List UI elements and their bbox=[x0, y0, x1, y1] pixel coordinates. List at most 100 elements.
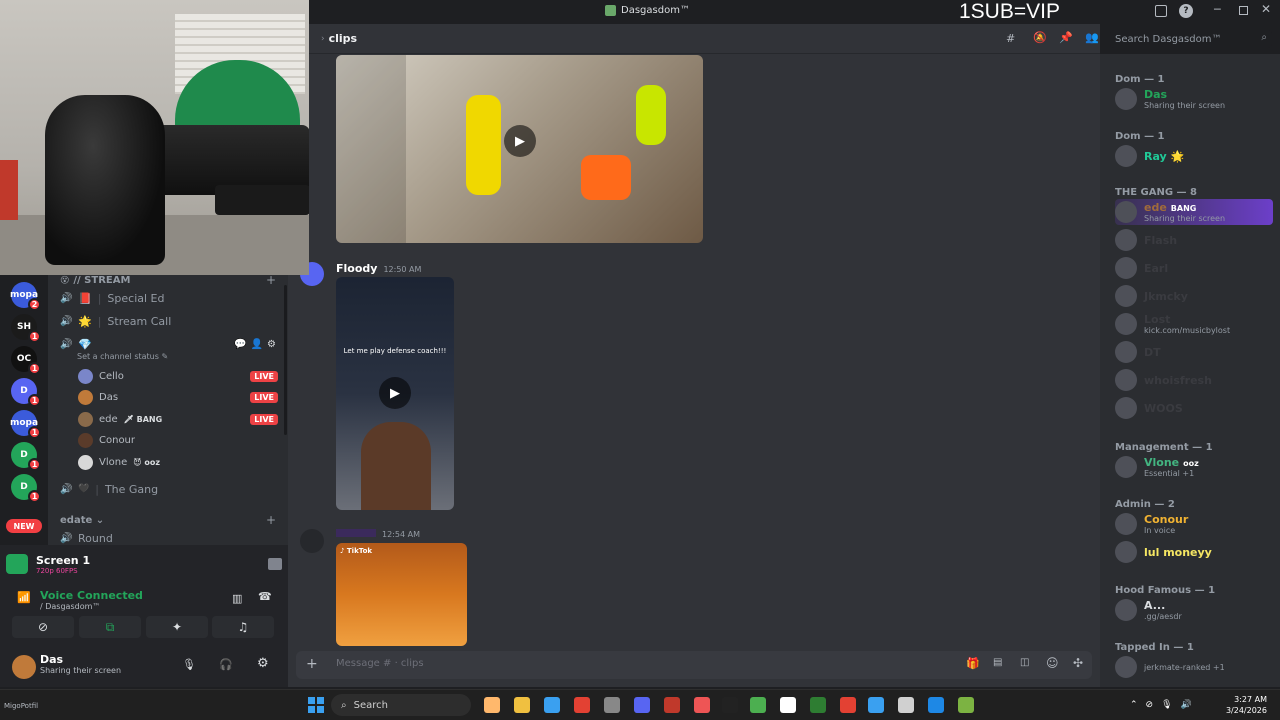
member-item[interactable]: lul moneyy bbox=[1115, 539, 1273, 565]
member-list-icon[interactable]: 👥 bbox=[1085, 31, 1099, 44]
avatar[interactable] bbox=[300, 529, 324, 553]
server-icon[interactable]: OC 1 bbox=[11, 346, 41, 375]
channel-round[interactable]: 🔊 Round bbox=[60, 528, 113, 545]
clock[interactable]: 3:27 AM 3/24/2026 bbox=[1207, 694, 1267, 716]
category-edate[interactable]: edate ⌄ bbox=[60, 515, 104, 526]
microphone-icon[interactable]: 🎙 bbox=[182, 658, 196, 671]
edge-icon[interactable] bbox=[868, 697, 884, 713]
noise-suppression-icon[interactable]: ▥ bbox=[232, 592, 242, 605]
server-icon[interactable]: D1 bbox=[11, 474, 41, 503]
user-name[interactable]: Das bbox=[40, 653, 121, 666]
edge-icon[interactable] bbox=[928, 697, 944, 713]
gift-icon[interactable]: 🎁 bbox=[966, 657, 980, 670]
threads-icon[interactable]: # bbox=[1006, 32, 1015, 45]
avatar[interactable] bbox=[12, 655, 36, 679]
activities-button[interactable]: ✦ bbox=[146, 616, 208, 638]
member-item[interactable]: Earl bbox=[1115, 255, 1273, 281]
add-channel-icon[interactable]: + bbox=[266, 513, 276, 527]
windows-start-icon[interactable] bbox=[308, 697, 324, 713]
channel-the-gang[interactable]: 🔊 🖤 | The Gang bbox=[60, 479, 158, 499]
sidebar-scrollbar[interactable] bbox=[284, 285, 287, 435]
member-item[interactable]: DT bbox=[1115, 339, 1273, 365]
acrobat-icon[interactable] bbox=[664, 697, 680, 713]
voice-user[interactable]: Das LIVE bbox=[78, 388, 278, 406]
voice-user[interactable]: Cello LIVE bbox=[78, 367, 278, 385]
chrome-icon[interactable] bbox=[840, 697, 856, 713]
task-view-icon[interactable] bbox=[484, 697, 500, 713]
voice-user[interactable]: Vlone 😈 ooz bbox=[78, 453, 278, 471]
member-item[interactable]: Conour In voice bbox=[1115, 511, 1273, 537]
apps-icon[interactable]: ✣ bbox=[1073, 656, 1083, 670]
video-embed[interactable]: ▶ bbox=[336, 55, 703, 243]
channel-active-voice[interactable]: 🔊 💎 💬👤⚙ bbox=[60, 334, 280, 354]
pin-icon[interactable]: 📌 bbox=[1059, 31, 1073, 44]
server-icon[interactable]: D1 bbox=[11, 442, 41, 471]
add-channel-icon[interactable]: + bbox=[266, 275, 276, 287]
emoji-icon[interactable]: ☺ bbox=[1046, 656, 1059, 670]
member-item[interactable]: whoisfresh bbox=[1115, 367, 1273, 393]
server-icon[interactable]: D1 bbox=[11, 378, 41, 407]
x-app-icon[interactable] bbox=[780, 697, 796, 713]
minecraft-icon[interactable] bbox=[750, 697, 766, 713]
message-composer[interactable]: + Message # · clips 🎁 ▤ ◫ ☺ ✣ bbox=[296, 651, 1092, 679]
member-item[interactable]: Vlone ooz Essential +1 bbox=[1115, 454, 1273, 480]
headphones-icon[interactable]: 🎧 bbox=[219, 658, 233, 671]
member-item[interactable]: ede BANG Sharing their screen bbox=[1115, 199, 1273, 225]
minimize-icon[interactable]: ─ bbox=[1214, 3, 1221, 16]
member-item[interactable]: Lost kick.com/musicbylost bbox=[1115, 311, 1273, 337]
tiktok-embed[interactable]: ♪ TikTok bbox=[336, 543, 467, 646]
mute-bell-icon[interactable]: 🔕 bbox=[1033, 31, 1047, 44]
message-author[interactable]: Floody bbox=[336, 262, 377, 275]
chrome-icon[interactable] bbox=[574, 697, 590, 713]
new-servers-pill[interactable]: NEW bbox=[6, 519, 42, 533]
screen-share-button[interactable]: ⧉ bbox=[79, 616, 141, 638]
voice-status[interactable]: Voice Connected bbox=[40, 589, 143, 602]
discord-icon[interactable] bbox=[634, 697, 650, 713]
signal-icon[interactable]: 📶 bbox=[17, 591, 31, 604]
search-input[interactable]: Search Dasgasdom™ ⌕ bbox=[1110, 30, 1272, 48]
channel-actions-icons[interactable]: 💬👤⚙ bbox=[234, 339, 280, 350]
help-icon[interactable]: ? bbox=[1179, 4, 1193, 18]
server-icon[interactable]: SH 1 bbox=[11, 314, 41, 343]
app-icon[interactable] bbox=[958, 697, 974, 713]
video-embed[interactable]: Let me play defense coach!!! ▶ bbox=[336, 277, 454, 510]
channel-special-ed[interactable]: 🔊 📕 | Special Ed bbox=[60, 288, 164, 308]
play-icon[interactable]: ▶ bbox=[504, 125, 536, 157]
member-item[interactable]: Flash bbox=[1115, 227, 1273, 253]
channel-stream-call[interactable]: 🔊 🌟 | Stream Call bbox=[60, 311, 171, 331]
media-icon[interactable] bbox=[694, 697, 710, 713]
minecraft-icon[interactable] bbox=[810, 697, 826, 713]
attach-plus-icon[interactable]: + bbox=[306, 656, 318, 672]
member-item[interactable]: Ray 🌟 bbox=[1115, 143, 1273, 169]
voice-user[interactable]: ede 🗡 BANG LIVE bbox=[78, 410, 278, 428]
server-icon[interactable]: mopa 1 bbox=[10, 410, 41, 439]
settings-gear-icon[interactable]: ⚙ bbox=[257, 656, 269, 671]
member-item[interactable]: WOOS bbox=[1115, 395, 1273, 421]
inbox-icon[interactable] bbox=[1155, 5, 1167, 17]
store-icon[interactable] bbox=[544, 697, 560, 713]
app-icon[interactable] bbox=[604, 697, 620, 713]
app-icon[interactable] bbox=[722, 697, 738, 713]
message-author-redacted[interactable] bbox=[336, 529, 376, 537]
member-item[interactable]: Jkmcky bbox=[1115, 283, 1273, 309]
play-icon[interactable]: ▶ bbox=[379, 377, 411, 409]
sticker-icon[interactable]: ◫ bbox=[1020, 657, 1029, 668]
camera-off-button[interactable]: ⊘ bbox=[12, 616, 74, 638]
close-icon[interactable]: ✕ bbox=[1261, 2, 1271, 16]
app-icon[interactable] bbox=[898, 697, 914, 713]
channel-status-prompt[interactable]: Set a channel status ✎ bbox=[77, 352, 168, 361]
member-item[interactable]: Das Sharing their screen bbox=[1115, 86, 1273, 112]
system-tray-icons[interactable]: ⌃⊘🎙🔊 bbox=[1130, 700, 1200, 710]
file-explorer-icon[interactable] bbox=[514, 697, 530, 713]
server-icon[interactable]: mopa 2 bbox=[10, 282, 41, 311]
member-item[interactable]: A... .gg/aesdr bbox=[1115, 597, 1273, 623]
member-item[interactable]: jerkmate-ranked +1 bbox=[1115, 654, 1273, 680]
taskbar-search[interactable]: ⌕ Search bbox=[331, 694, 471, 716]
voice-user[interactable]: Conour bbox=[78, 431, 278, 449]
stop-stream-icon[interactable] bbox=[268, 558, 282, 570]
gif-icon[interactable]: ▤ bbox=[993, 657, 1002, 668]
category-stream[interactable]: 😵 // STREAM bbox=[60, 275, 130, 286]
maximize-icon[interactable] bbox=[1239, 6, 1248, 15]
disconnect-icon[interactable]: ☎ bbox=[258, 590, 272, 603]
voice-server[interactable]: / Dasgasdom™ bbox=[40, 602, 143, 611]
